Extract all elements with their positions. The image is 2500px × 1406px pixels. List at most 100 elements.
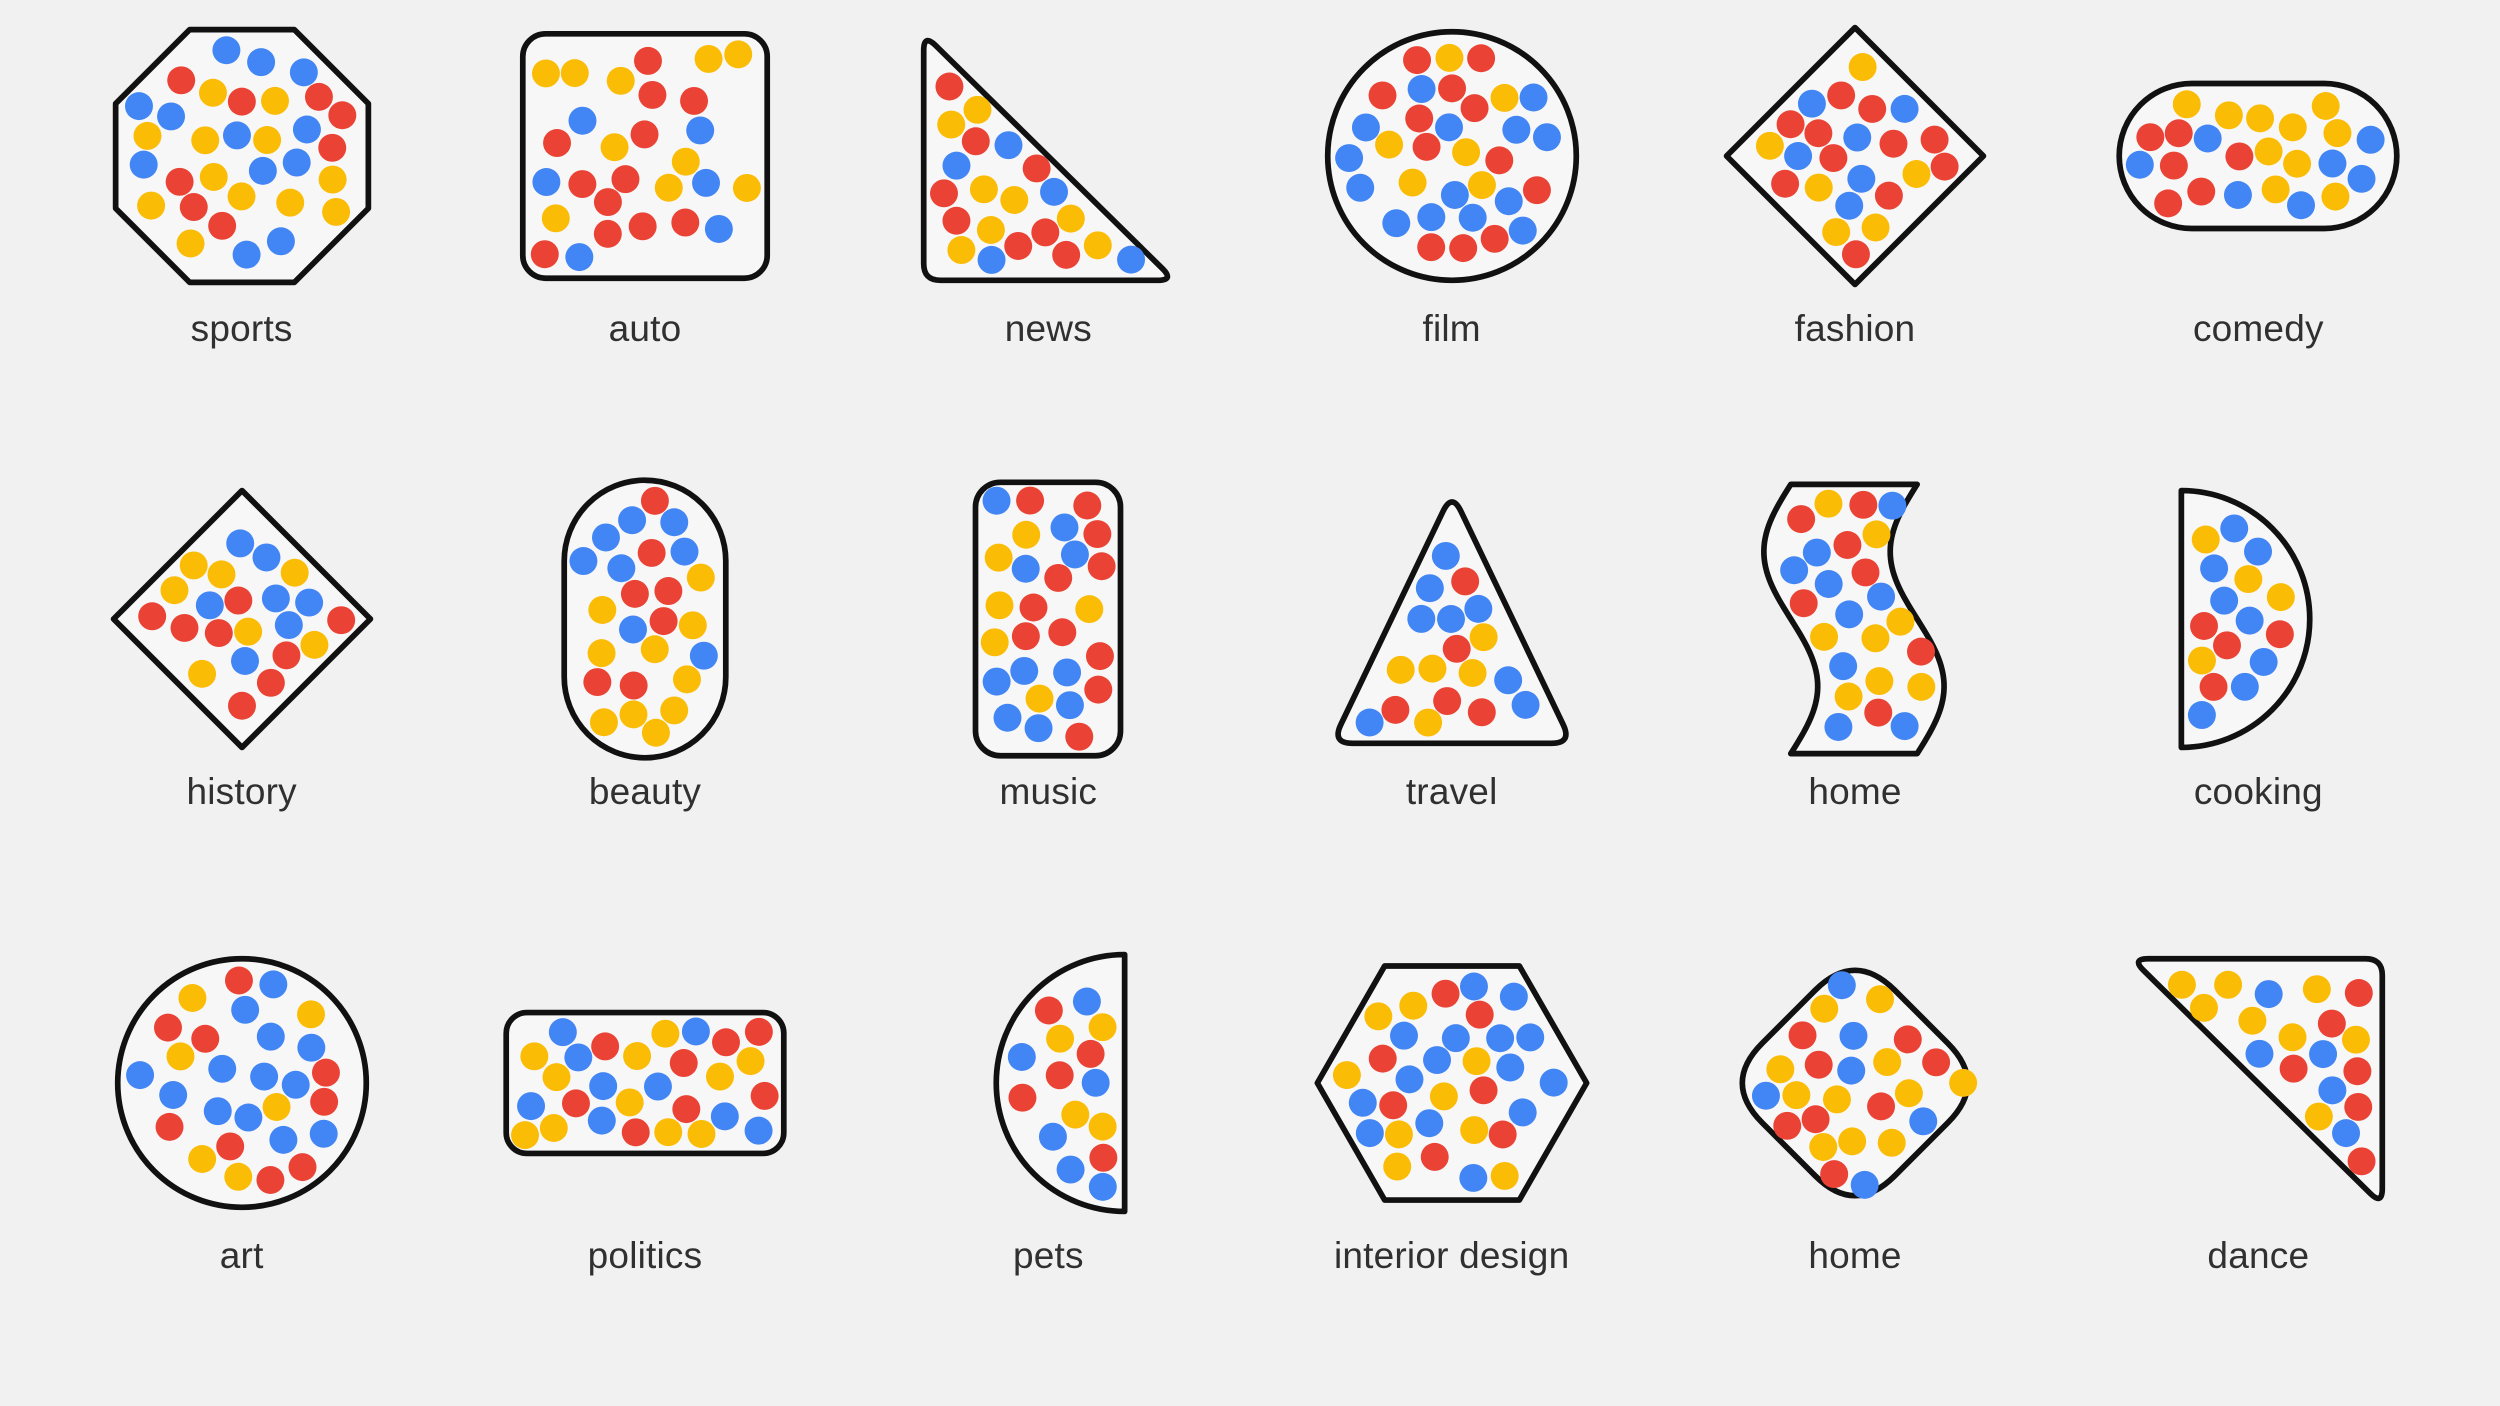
dot-blue [1511,691,1540,720]
shape-triangle-up-icon[interactable] [1287,469,1617,769]
category-cell[interactable]: pets [847,933,1250,1396]
category-cell[interactable]: comedy [2057,6,2460,469]
dot-yellow [300,631,329,660]
category-cell[interactable]: news [847,6,1250,469]
shape-rounded-rect-vertical-icon[interactable] [883,469,1213,769]
dot-blue [1073,987,1102,1016]
dot-yellow [2215,101,2244,130]
dot-blue [158,1080,187,1109]
dot-blue [591,523,620,552]
category-cell[interactable]: history [40,469,443,932]
category-cell[interactable]: fashion [1653,6,2056,469]
dot-red [1804,119,1833,148]
dot-red [165,167,194,196]
shape-stadium-horizontal-icon[interactable] [2093,6,2423,306]
category-cell[interactable]: politics [443,933,846,1396]
shape-hexagon-icon[interactable] [1287,933,1617,1233]
dot-yellow [178,983,207,1012]
dot-yellow [179,551,208,580]
dot-yellow [1865,667,1894,696]
category-cell[interactable]: sports [40,6,443,469]
dot-yellow [2214,970,2243,999]
dot-yellow [1084,231,1113,260]
dot-red [671,208,700,237]
dot-yellow [542,1062,571,1091]
category-cell[interactable]: art [40,933,443,1396]
dot-blue [1837,1056,1866,1085]
dot-red [1404,104,1433,133]
dot-red [1048,618,1077,647]
category-cell[interactable]: interior design [1250,933,1653,1396]
shape-octagon-icon[interactable] [77,6,407,306]
shape-half-circle-right-icon[interactable] [2093,469,2423,769]
dot-yellow [318,165,347,194]
shape-stadium-vertical-icon[interactable] [480,469,810,769]
category-cell[interactable]: music [847,469,1250,932]
dot-blue [1056,691,1085,720]
dot-blue [2244,537,2273,566]
dot-yellow [2254,137,2283,166]
dot-blue [710,1102,739,1130]
dot-yellow [1862,520,1891,549]
category-cell[interactable]: beauty [443,469,846,932]
shape-triangle-right-top-right-icon[interactable] [2093,933,2423,1233]
dot-red [1368,81,1397,110]
dot-blue [1784,142,1813,171]
dot-blue [222,121,251,150]
shape-triangle-right-bottom-left-icon[interactable] [883,6,1213,306]
category-cell[interactable]: home [1653,469,2056,932]
category-cell[interactable]: travel [1250,469,1653,932]
dot-red [1787,505,1816,534]
category-cell[interactable]: home [1653,933,2056,1396]
dot-blue [1829,652,1858,681]
dot-red [1801,1104,1830,1133]
shape-wave-icon[interactable] [1690,469,2020,769]
dot-blue [2332,1118,2361,1147]
dot-blue [292,115,321,144]
dot-yellow [1907,673,1936,702]
shape-rounded-rect-horizontal-icon[interactable] [480,933,810,1233]
dot-yellow [2238,1006,2267,1035]
dot-blue [2356,125,2385,154]
shape-diamond-icon[interactable] [77,469,407,769]
dot-blue [1050,513,1079,542]
dot-red [207,211,236,240]
shape-half-circle-left-icon[interactable] [883,933,1213,1233]
shape-circle-icon[interactable] [1287,6,1617,306]
dot-yellow [641,719,670,748]
dot-red [2199,673,2228,702]
dot-yellow [1848,53,1877,82]
category-cell[interactable]: dance [2057,933,2460,1396]
dot-blue [1345,173,1374,202]
dot-red [628,212,657,241]
dot-blue [1355,1118,1384,1147]
category-cell[interactable]: cooking [2057,469,2460,932]
dot-blue [129,150,158,179]
dot-yellow [1429,1082,1458,1111]
dot-blue [1351,113,1380,142]
shape-diamond-icon[interactable] [1690,6,2020,306]
dot-blue [548,1017,577,1046]
dot-blue [282,148,311,177]
dot-red [227,692,256,721]
category-cell[interactable]: auto [443,6,846,469]
dot-blue [587,1106,616,1135]
shape-rounded-square-icon[interactable] [480,6,810,306]
shape-rounded-diamond-icon[interactable] [1690,933,2020,1233]
dot-red [1841,240,1870,269]
category-cell[interactable]: film [1250,6,1653,469]
shape-circle-icon[interactable] [77,933,407,1233]
dot-red [591,1032,620,1061]
dot-yellow [1755,131,1784,160]
dot-yellow [654,173,683,202]
dot-blue [1406,605,1435,634]
dot-yellow [2323,119,2352,148]
dot-blue [1909,1106,1938,1135]
dot-yellow [2342,1025,2371,1054]
dot-yellow [1374,130,1403,159]
dot-red [1378,1090,1407,1119]
dot-yellow [190,126,219,155]
dot-blue [689,642,718,671]
dot-red [309,1087,338,1116]
dot-blue [517,1091,546,1120]
